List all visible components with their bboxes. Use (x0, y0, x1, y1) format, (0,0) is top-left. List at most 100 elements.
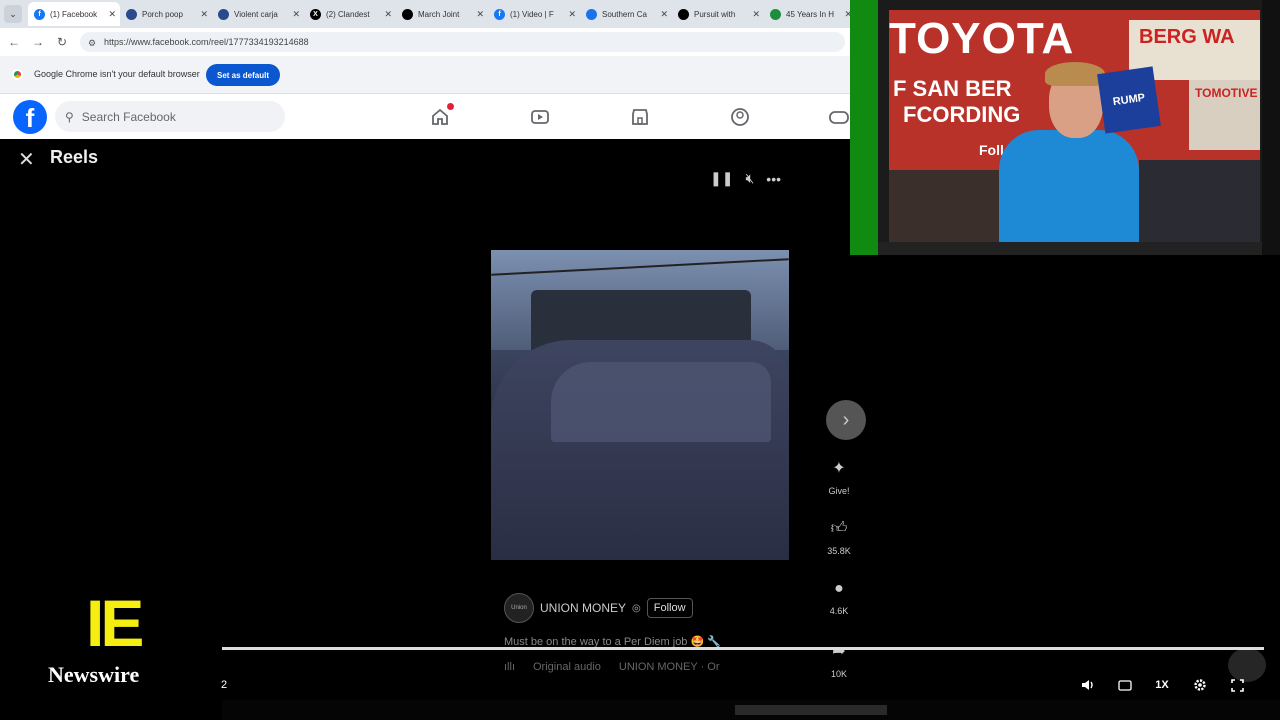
like-action[interactable]: 👍︎ 35.8K (818, 519, 860, 556)
news-icon (678, 8, 689, 20)
notification-dot (447, 103, 454, 110)
browser-tab[interactable]: 45 Years In H ✕ (764, 2, 856, 26)
tab-close-icon[interactable]: ✕ (200, 9, 208, 20)
banner-right-2: TOMOTIVE (1189, 80, 1260, 150)
camera-side-panel (1262, 0, 1280, 255)
close-icon[interactable]: ✕ (18, 147, 35, 172)
tab-search-button[interactable]: ⌄ (4, 5, 22, 23)
tab-close-icon[interactable]: ✕ (292, 9, 300, 20)
campaign-sign: RUMP (1097, 66, 1161, 134)
marketplace-icon[interactable] (625, 102, 655, 132)
url-field[interactable]: https://www.facebook.com/reel/1777334193… (80, 32, 845, 52)
audio-line: ıllı Original audio UNION MONEY · Or (504, 661, 720, 673)
avatar[interactable]: Union (504, 593, 534, 623)
ie-logo: IE (86, 586, 144, 660)
speed-button[interactable]: 1X (1151, 676, 1173, 694)
action-count: 10K (830, 669, 847, 679)
comment-action[interactable]: ● 4.6K (818, 580, 860, 616)
set-as-default-button[interactable]: Set as default (206, 64, 280, 86)
tab-label: (1) Video | F (510, 9, 554, 19)
news-icon (126, 8, 137, 20)
facebook-search-input[interactable]: ⚲ Search Facebook (55, 101, 285, 132)
facebook-logo-icon[interactable]: f (13, 100, 47, 134)
browser-tab[interactable]: f (1) Video | F ✕ (488, 2, 580, 26)
tab-label: (2) Clandest (326, 9, 370, 19)
browser-tab[interactable]: Violent carja ✕ (212, 2, 304, 26)
webcam-feed: TOYOTA F SAN BER FCORDING Follo BERG WA … (889, 10, 1260, 242)
newswire-logo-text: Newswire (48, 662, 140, 687)
volume-icon[interactable] (1077, 676, 1099, 694)
groups-icon[interactable] (725, 102, 755, 132)
facebook-icon: f (494, 8, 505, 20)
tab-bar: ⌄ f (1) Facebook ✕ Porch poop ✕ Violent carja… (0, 0, 852, 28)
comment-icon: ● (834, 580, 844, 597)
tab-label: Pursuit with (694, 9, 736, 19)
reels-title: Reels (50, 147, 99, 167)
address-bar: ← → ↻ https://www.facebook.com/reel/1777… (0, 28, 850, 56)
forward-icon[interactable]: → (30, 34, 46, 50)
host-shirt (999, 130, 1139, 242)
mute-icon[interactable]: 🔇︎ (745, 170, 754, 187)
facebook-icon: f (34, 8, 45, 20)
tab-label: March Joint (418, 9, 460, 19)
more-options-icon[interactable]: ••• (766, 171, 781, 187)
tab-label: Southern Ca (602, 9, 647, 19)
news-icon (402, 8, 413, 20)
tab-close-icon[interactable]: ✕ (752, 9, 760, 20)
next-reel-button[interactable]: › (826, 400, 866, 440)
banner-line-3: FCORDING (903, 102, 1021, 127)
facebook-header: f ⚲ Search Facebook (0, 94, 850, 139)
news-icon (770, 8, 781, 20)
default-browser-infobar: Google Chrome isn't your default browser… (0, 56, 850, 94)
news-icon (218, 8, 229, 20)
browser-tab[interactable]: Southern Ca ✕ (580, 2, 672, 26)
video-controls: ❚❚ 🔇︎ ••• (710, 170, 781, 187)
tab-label: Porch poop (142, 9, 183, 19)
search-icon: ⚲ (65, 109, 74, 124)
x-icon: X (310, 8, 321, 20)
host-taskbar-search[interactable] (735, 705, 887, 715)
progress-bar[interactable] (222, 647, 1264, 650)
video-car-window (551, 362, 771, 442)
browser-tab[interactable]: March Joint ✕ (396, 2, 488, 26)
browser-tab[interactable]: f (1) Facebook ✕ (28, 2, 120, 26)
author-name[interactable]: UNION MONEY (540, 601, 626, 615)
news-icon (586, 8, 597, 20)
timecode: 2 (221, 679, 228, 691)
follow-button[interactable]: Follow (646, 598, 693, 618)
captions-icon[interactable] (1114, 676, 1136, 694)
reel-video[interactable] (491, 250, 789, 560)
reload-icon[interactable]: ↻ (54, 34, 70, 50)
banner-main-text: TOYOTA (889, 14, 1075, 63)
desk-right (1139, 160, 1260, 242)
browser-tab[interactable]: X (2) Clandest ✕ (304, 2, 396, 26)
video-icon[interactable] (525, 102, 555, 132)
tab-label: Violent carja (234, 9, 278, 19)
tab-close-icon[interactable]: ✕ (476, 9, 484, 20)
audio-icon: ıllı (504, 661, 515, 673)
action-count: 4.6K (829, 606, 849, 616)
tab-close-icon[interactable]: ✕ (108, 9, 116, 20)
fullscreen-icon[interactable] (1226, 676, 1248, 694)
back-icon[interactable]: ← (6, 34, 22, 50)
browser-tab[interactable]: Porch poop ✕ (120, 2, 212, 26)
post-author: Union UNION MONEY ◎ Follow (504, 593, 693, 623)
chrome-logo-icon (12, 69, 23, 80)
audio-label[interactable]: Original audio (533, 661, 601, 673)
site-info-icon[interactable]: ⚙ (88, 38, 96, 49)
tab-close-icon[interactable]: ✕ (384, 9, 392, 20)
settings-icon[interactable] (1189, 676, 1211, 694)
tab-close-icon[interactable]: ✕ (660, 9, 668, 20)
browser-tab[interactable]: Pursuit with ✕ (672, 2, 764, 26)
pause-icon[interactable]: ❚❚ (710, 170, 733, 187)
give-icon: ✦ (832, 460, 846, 477)
verified-icon: ◎ (632, 602, 641, 614)
infobar-text: Google Chrome isn't your default browser (34, 69, 200, 79)
tab-close-icon[interactable]: ✕ (568, 9, 576, 20)
give-action[interactable]: ✦ Give! (818, 458, 860, 496)
banner-line-2: F SAN BER (893, 76, 1012, 101)
audio-credit[interactable]: UNION MONEY · Or (619, 661, 720, 673)
action-count: 35.8K (827, 546, 851, 556)
camera-taskbar (878, 242, 1280, 255)
tab-label: (1) Facebook (50, 9, 98, 19)
